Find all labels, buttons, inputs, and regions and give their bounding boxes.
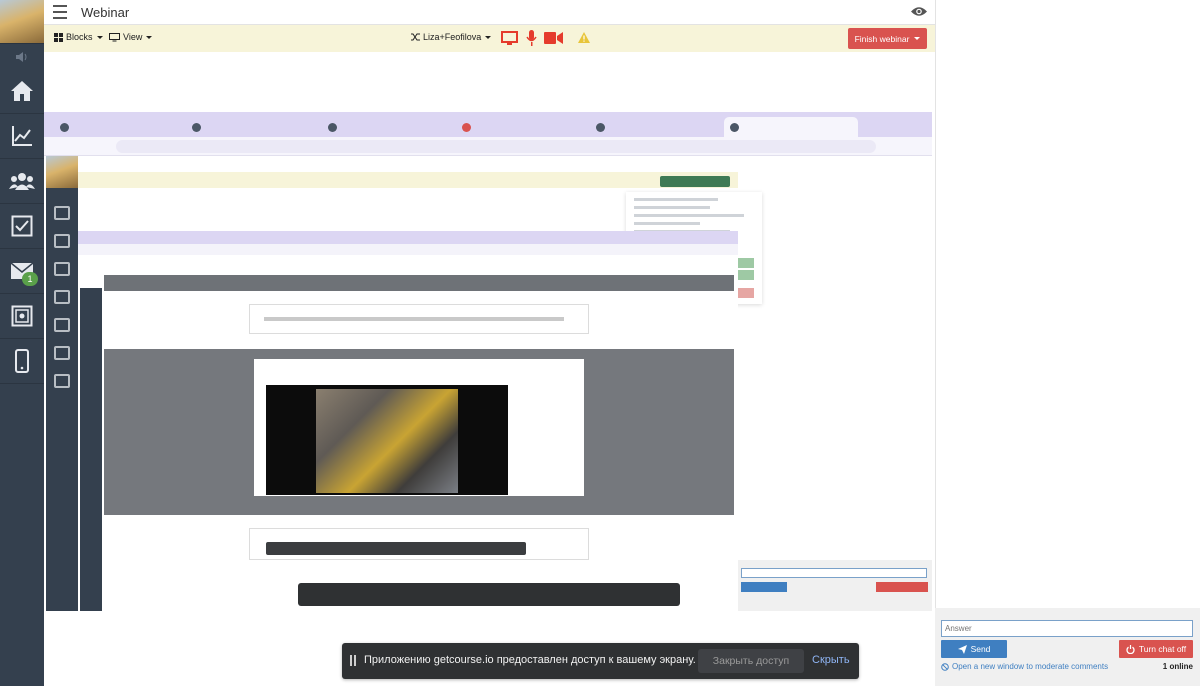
screen-share-notification: Приложению getcourse.io предоставлен дос… <box>342 643 859 679</box>
sidebar-item-mobile[interactable] <box>0 338 44 384</box>
hide-button[interactable]: Скрыть <box>812 654 850 666</box>
camera-icon[interactable] <box>544 32 563 44</box>
view-button[interactable]: View <box>109 32 153 42</box>
screen-tab <box>322 117 452 137</box>
shared-screen-preview <box>44 112 932 611</box>
sidebar-item-home[interactable] <box>0 68 44 114</box>
home-icon <box>11 80 33 101</box>
user-label: Liza+Feofilova <box>423 32 482 42</box>
checkbox-icon <box>11 215 33 236</box>
screen-address-bar <box>44 137 932 156</box>
chat-compose: Send Turn chat off Open a new window to … <box>935 608 1200 686</box>
user-switch-button[interactable]: Liza+Feofilova <box>411 32 492 42</box>
safe-icon <box>11 305 33 326</box>
webinar-toolbar: Blocks View Liza+Feofilova Finish webina… <box>44 25 935 52</box>
screen-tab <box>54 117 182 137</box>
eye-icon[interactable] <box>911 6 927 17</box>
screen-nested-sidebar <box>80 288 102 611</box>
screen-nested-header <box>104 275 734 291</box>
screen-finish-button <box>660 176 730 187</box>
screen-nested-address <box>78 244 738 255</box>
left-sidebar: 1 <box>0 0 44 686</box>
answer-input[interactable] <box>941 620 1193 637</box>
blocks-label: Blocks <box>66 32 93 42</box>
messages-badge: 1 <box>22 272 38 286</box>
users-icon <box>9 172 35 190</box>
send-label: Send <box>970 644 991 654</box>
screen-share-bar-nested <box>266 542 526 555</box>
screen-browser-tabs <box>44 112 932 137</box>
screen-video-image <box>316 389 458 493</box>
pause-icon[interactable] <box>350 655 357 666</box>
chevron-down-icon <box>146 35 153 39</box>
menu-icon[interactable] <box>53 5 67 19</box>
sidebar-item-stats[interactable] <box>0 113 44 159</box>
microphone-icon[interactable] <box>526 30 537 46</box>
moderate-comments-link[interactable]: Open a new window to moderate comments <box>941 662 1108 671</box>
finish-webinar-button[interactable]: Finish webinar <box>848 28 927 49</box>
chevron-down-icon <box>96 35 103 39</box>
speaker-icon[interactable] <box>0 46 44 68</box>
monitor-icon <box>109 32 120 41</box>
sidebar-item-users[interactable] <box>0 158 44 204</box>
send-button[interactable]: Send <box>941 640 1007 658</box>
finish-webinar-label: Finish webinar <box>854 33 910 44</box>
screen-tab <box>186 117 318 137</box>
avatar[interactable] <box>0 0 44 44</box>
screen-nested-tabs <box>78 231 738 244</box>
chat-panel <box>935 0 1200 686</box>
screen-header <box>78 156 738 172</box>
chart-icon <box>12 125 32 146</box>
page-title: Webinar <box>81 5 130 20</box>
sidebar-item-safe[interactable] <box>0 293 44 339</box>
sidebar-item-messages[interactable]: 1 <box>0 248 44 294</box>
blocks-button[interactable]: Blocks <box>54 32 103 42</box>
webinar-app: 1 Webinar Blocks View Liza+Feofilova Fin… <box>0 0 1200 686</box>
screen-notice <box>249 304 589 334</box>
stop-sharing-button[interactable]: Закрыть доступ <box>698 649 804 673</box>
screen-tab-active <box>724 117 858 137</box>
share-message: Приложению getcourse.io предоставлен дос… <box>364 654 696 666</box>
send-icon <box>957 644 967 654</box>
shuffle-icon <box>411 33 420 41</box>
screen-tab <box>456 117 586 137</box>
screen-toolbar <box>78 172 738 188</box>
chevron-down-icon <box>485 35 492 39</box>
screen-chat <box>738 560 932 611</box>
header: Webinar <box>44 0 935 25</box>
ban-icon <box>941 662 949 671</box>
turn-chat-off-label: Turn chat off <box>1138 644 1187 654</box>
screen-share-icon[interactable] <box>501 31 518 46</box>
online-count: 1 online <box>1162 662 1193 671</box>
view-label: View <box>123 32 143 42</box>
phone-icon <box>15 348 29 373</box>
moderate-comments-label: Open a new window to moderate comments <box>952 662 1109 671</box>
grid-icon <box>54 32 63 42</box>
warning-icon[interactable] <box>578 32 590 43</box>
screen-sidebar <box>46 156 78 611</box>
screen-tab <box>590 117 720 137</box>
screen-url-field <box>116 140 876 153</box>
turn-chat-off-button[interactable]: Turn chat off <box>1119 640 1193 658</box>
screen-share-bar-copy <box>298 583 680 606</box>
chevron-down-icon <box>914 37 921 40</box>
power-icon <box>1126 644 1135 654</box>
sidebar-item-tasks[interactable] <box>0 203 44 249</box>
